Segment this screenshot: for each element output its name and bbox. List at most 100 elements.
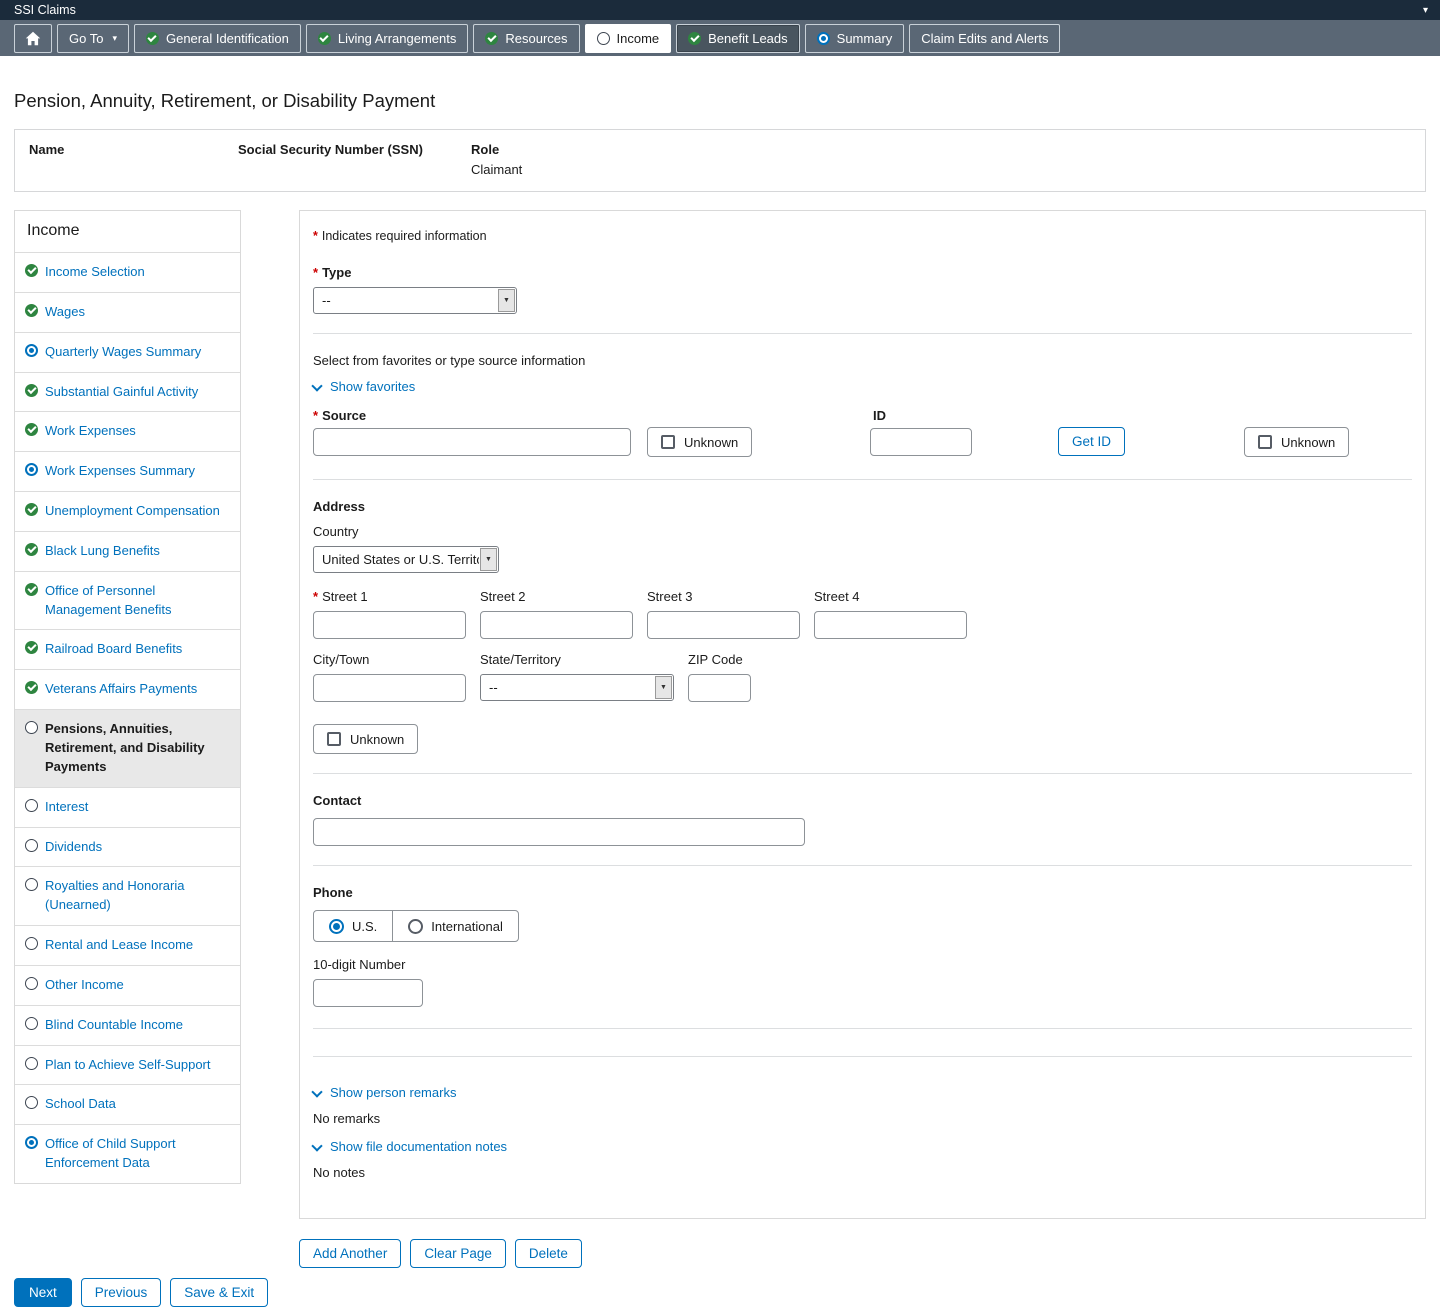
sidebar-item-interest[interactable]: Interest — [15, 787, 240, 827]
source-input[interactable] — [313, 428, 631, 456]
sidebar-item-dividends[interactable]: Dividends — [15, 827, 240, 867]
divider — [313, 479, 1412, 480]
id-label: ID — [873, 408, 886, 423]
sidebar-item-pensions-annuities[interactable]: Pensions, Annuities, Retirement, and Dis… — [15, 709, 240, 787]
role-label: Role — [471, 142, 1411, 157]
tab-living-arrangements[interactable]: Living Arrangements — [306, 24, 469, 53]
pension-form-panel: *Indicates required information *Type --… — [299, 210, 1426, 1219]
not-started-icon — [25, 1057, 38, 1070]
sidebar-item-veterans-affairs-payments[interactable]: Veterans Affairs Payments — [15, 669, 240, 709]
sidebar-item-income-selection[interactable]: Income Selection — [15, 252, 240, 292]
sidebar-item-work-expenses-summary[interactable]: Work Expenses Summary — [15, 451, 240, 491]
id-input[interactable] — [870, 428, 972, 456]
sidebar-item-royalties-honoraria[interactable]: Royalties and Honoraria (Unearned) — [15, 866, 240, 925]
sidebar-item-label: Substantial Gainful Activity — [45, 383, 198, 402]
get-id-button[interactable]: Get ID — [1058, 427, 1125, 456]
city-label: City/Town — [313, 652, 466, 667]
content-area: Income Income Selection Wages Quarterly … — [14, 210, 1426, 1219]
street1-input[interactable] — [313, 611, 466, 639]
tab-benefit-leads[interactable]: Benefit Leads — [676, 24, 800, 53]
sidebar-item-substantial-gainful-activity[interactable]: Substantial Gainful Activity — [15, 372, 240, 412]
phone-international-label: International — [431, 919, 503, 934]
checkbox-icon — [1258, 435, 1272, 449]
app-root: SSI Claims ▾ Go To ▾ General Identificat… — [0, 0, 1440, 1307]
collapse-caret-icon[interactable]: ▾ — [1423, 5, 1428, 16]
phone-us-radio[interactable]: U.S. — [314, 911, 392, 941]
phone-number-input[interactable] — [313, 979, 423, 1007]
street4-input[interactable] — [814, 611, 967, 639]
sidebar-item-label: Quarterly Wages Summary — [45, 343, 201, 362]
unknown-label: Unknown — [1281, 435, 1335, 450]
clear-page-button[interactable]: Clear Page — [410, 1239, 506, 1268]
sidebar-item-plan-achieve-self-support[interactable]: Plan to Achieve Self-Support — [15, 1045, 240, 1085]
street2-input[interactable] — [480, 611, 633, 639]
zip-input[interactable] — [688, 674, 751, 702]
tab-label: Income — [617, 31, 660, 46]
sidebar-item-rental-lease-income[interactable]: Rental and Lease Income — [15, 925, 240, 965]
checkbox-icon — [661, 435, 675, 449]
show-person-remarks-link[interactable]: Show person remarks — [313, 1085, 456, 1100]
sidebar-item-school-data[interactable]: School Data — [15, 1084, 240, 1124]
add-another-button[interactable]: Add Another — [299, 1239, 401, 1268]
tab-general-identification[interactable]: General Identification — [134, 24, 301, 53]
country-label: Country — [313, 524, 1412, 539]
sidebar-item-opm-benefits[interactable]: Office of Personnel Management Benefits — [15, 571, 240, 630]
sidebar-item-label: Work Expenses Summary — [45, 462, 195, 481]
tab-summary[interactable]: Summary — [805, 24, 905, 53]
home-icon — [25, 31, 41, 46]
sidebar-item-label: Office of Child Support Enforcement Data — [45, 1135, 230, 1173]
complete-icon — [25, 423, 38, 436]
phone-international-radio[interactable]: International — [392, 911, 518, 941]
sidebar-item-unemployment-compensation[interactable]: Unemployment Compensation — [15, 491, 240, 531]
previous-button[interactable]: Previous — [81, 1278, 162, 1307]
phone-heading: Phone — [313, 885, 1412, 900]
sidebar-item-other-income[interactable]: Other Income — [15, 965, 240, 1005]
sidebar-item-wages[interactable]: Wages — [15, 292, 240, 332]
home-button[interactable] — [14, 24, 52, 53]
tab-income[interactable]: Income — [585, 24, 672, 53]
type-select[interactable]: -- ▼ — [313, 287, 517, 314]
sidebar-item-railroad-board-benefits[interactable]: Railroad Board Benefits — [15, 629, 240, 669]
current-step-icon — [597, 32, 610, 45]
address-unknown-checkbox[interactable]: Unknown — [313, 724, 418, 754]
sidebar-item-label: Railroad Board Benefits — [45, 640, 182, 659]
city-input[interactable] — [313, 674, 466, 702]
source-label: *Source — [313, 408, 366, 423]
current-step-icon — [25, 721, 38, 734]
sidebar-item-blind-countable-income[interactable]: Blind Countable Income — [15, 1005, 240, 1045]
street1-label: *Street 1 — [313, 589, 466, 604]
id-unknown-checkbox[interactable]: Unknown — [1244, 427, 1349, 457]
show-favorites-link[interactable]: Show favorites — [313, 379, 415, 394]
save-exit-button[interactable]: Save & Exit — [170, 1278, 268, 1307]
sidebar-item-black-lung-benefits[interactable]: Black Lung Benefits — [15, 531, 240, 571]
tab-resources[interactable]: Resources — [473, 24, 579, 53]
next-button[interactable]: Next — [14, 1278, 72, 1307]
sidebar-item-quarterly-wages-summary[interactable]: Quarterly Wages Summary — [15, 332, 240, 372]
divider — [313, 865, 1412, 866]
state-select-value: -- — [481, 680, 654, 695]
source-unknown-checkbox[interactable]: Unknown — [647, 427, 752, 457]
tab-claim-edits-alerts[interactable]: Claim Edits and Alerts — [909, 24, 1060, 53]
complete-icon — [25, 543, 38, 556]
goto-dropdown[interactable]: Go To ▾ — [57, 24, 129, 53]
person-role-col: Role Claimant — [471, 142, 1411, 181]
sidebar-item-ocse-data[interactable]: Office of Child Support Enforcement Data — [15, 1124, 240, 1183]
delete-button[interactable]: Delete — [515, 1239, 582, 1268]
person-summary-box: Name Social Security Number (SSN) Role C… — [14, 129, 1426, 192]
page-body: Pension, Annuity, Retirement, or Disabil… — [0, 90, 1440, 1307]
sidebar-item-label: Pensions, Annuities, Retirement, and Dis… — [45, 720, 230, 777]
street3-input[interactable] — [647, 611, 800, 639]
state-select[interactable]: -- ▼ — [480, 674, 674, 701]
complete-icon — [25, 384, 38, 397]
contact-input[interactable] — [313, 818, 805, 846]
complete-icon — [146, 32, 159, 45]
checkbox-icon — [327, 732, 341, 746]
required-asterisk: * — [313, 229, 318, 243]
sidebar-item-work-expenses[interactable]: Work Expenses — [15, 411, 240, 451]
unknown-label: Unknown — [350, 732, 404, 747]
phone-us-label: U.S. — [352, 919, 377, 934]
country-select[interactable]: United States or U.S. Territory ▼ — [313, 546, 499, 573]
not-started-icon — [25, 799, 38, 812]
type-select-value: -- — [314, 293, 497, 308]
divider — [313, 773, 1412, 774]
